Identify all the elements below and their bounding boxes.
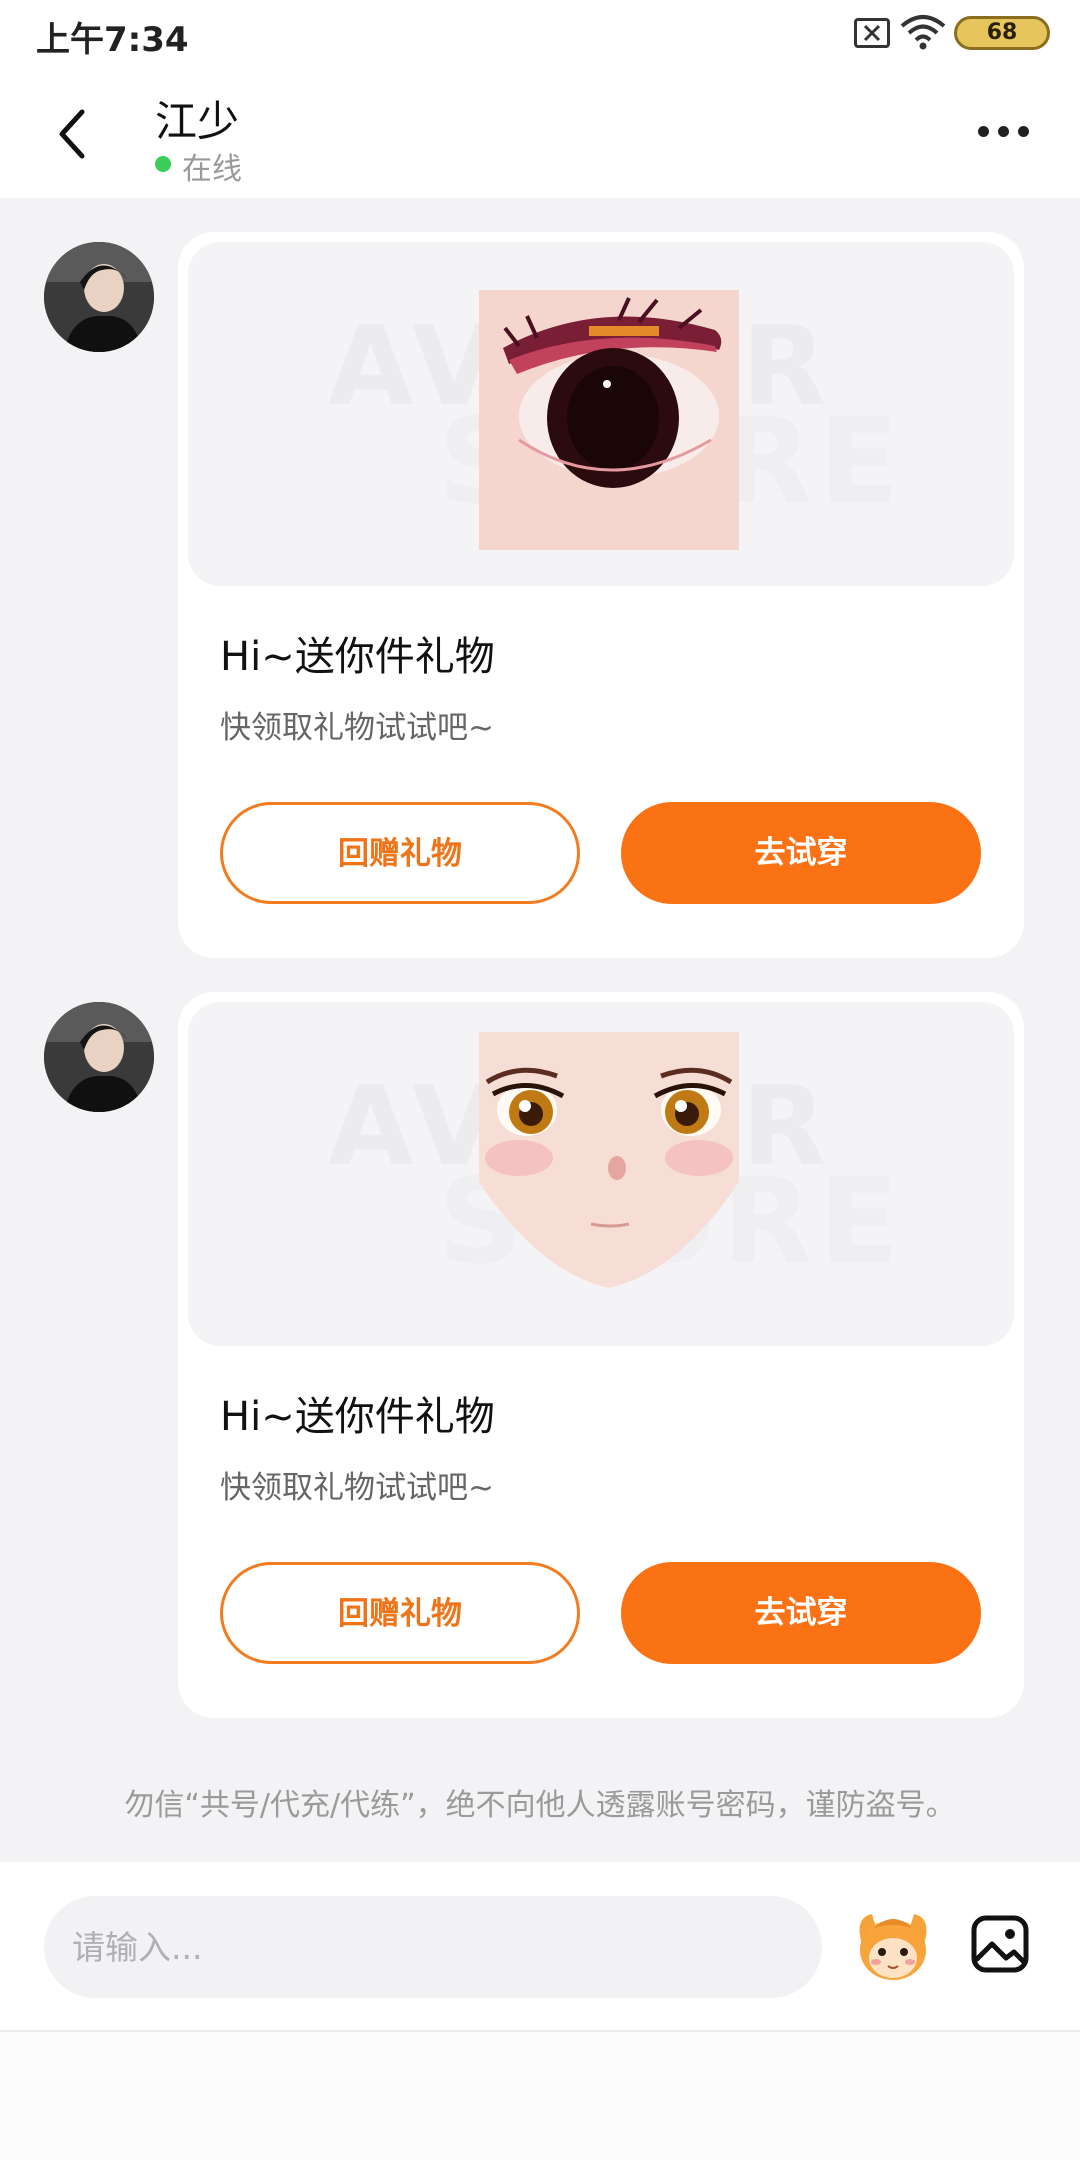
message-input[interactable] (44, 1896, 822, 1998)
try-on-button[interactable]: 去试穿 (621, 1562, 981, 1664)
anime-face-image (479, 1032, 739, 1288)
emoji-mascot-icon[interactable] (852, 1904, 934, 1986)
chat-header: 江少 在线 (0, 70, 1080, 198)
gift-preview[interactable]: AVATAR STORE (188, 242, 1014, 586)
sim-off-icon (854, 18, 890, 48)
battery-icon: 68 (954, 16, 1050, 50)
image-picker-icon[interactable] (970, 1914, 1030, 1974)
card-title: Hi~送你件礼物 (220, 1394, 495, 1440)
chevron-left-icon[interactable] (52, 106, 92, 162)
avatar[interactable] (44, 242, 154, 352)
card-subtitle: 快领取礼物试试吧~ (220, 710, 494, 746)
status-bar: 上午7:34 68 (0, 0, 1080, 70)
gift-card: AVATAR STORE Hi~送你 (178, 992, 1024, 1718)
return-gift-button[interactable]: 回赠礼物 (220, 1562, 580, 1664)
online-indicator (155, 156, 171, 172)
gift-card: AVATAR STORE Hi~送你件礼物 快领取礼物试试吧~ 回赠礼物 去试穿 (178, 232, 1024, 958)
message-row: AVATAR STORE Hi~送你件礼物 快领取礼物试试吧~ 回赠礼物 去试穿 (0, 232, 1080, 958)
status-time: 上午7:34 (36, 20, 189, 60)
online-status: 在线 (182, 152, 242, 187)
status-icons: 68 (790, 14, 1050, 54)
wifi-icon (900, 15, 946, 50)
contact-name: 江少 (155, 97, 240, 146)
avatar[interactable] (44, 1002, 154, 1112)
card-subtitle: 快领取礼物试试吧~ (220, 1470, 494, 1506)
eye-texture-image (479, 290, 739, 550)
card-title: Hi~送你件礼物 (220, 634, 495, 680)
bottom-safe-area (0, 2030, 1080, 2160)
more-dots-icon[interactable] (978, 124, 1030, 140)
try-on-button[interactable]: 去试穿 (621, 802, 981, 904)
message-row: AVATAR STORE Hi~送你 (0, 992, 1080, 1718)
safety-notice: 勿信“共号/代充/代练”，绝不向他人透露账号密码，谨防盗号。 (124, 1788, 956, 1823)
message-composer (0, 1862, 1080, 2030)
return-gift-button[interactable]: 回赠礼物 (220, 802, 580, 904)
gift-preview[interactable]: AVATAR STORE (188, 1002, 1014, 1346)
